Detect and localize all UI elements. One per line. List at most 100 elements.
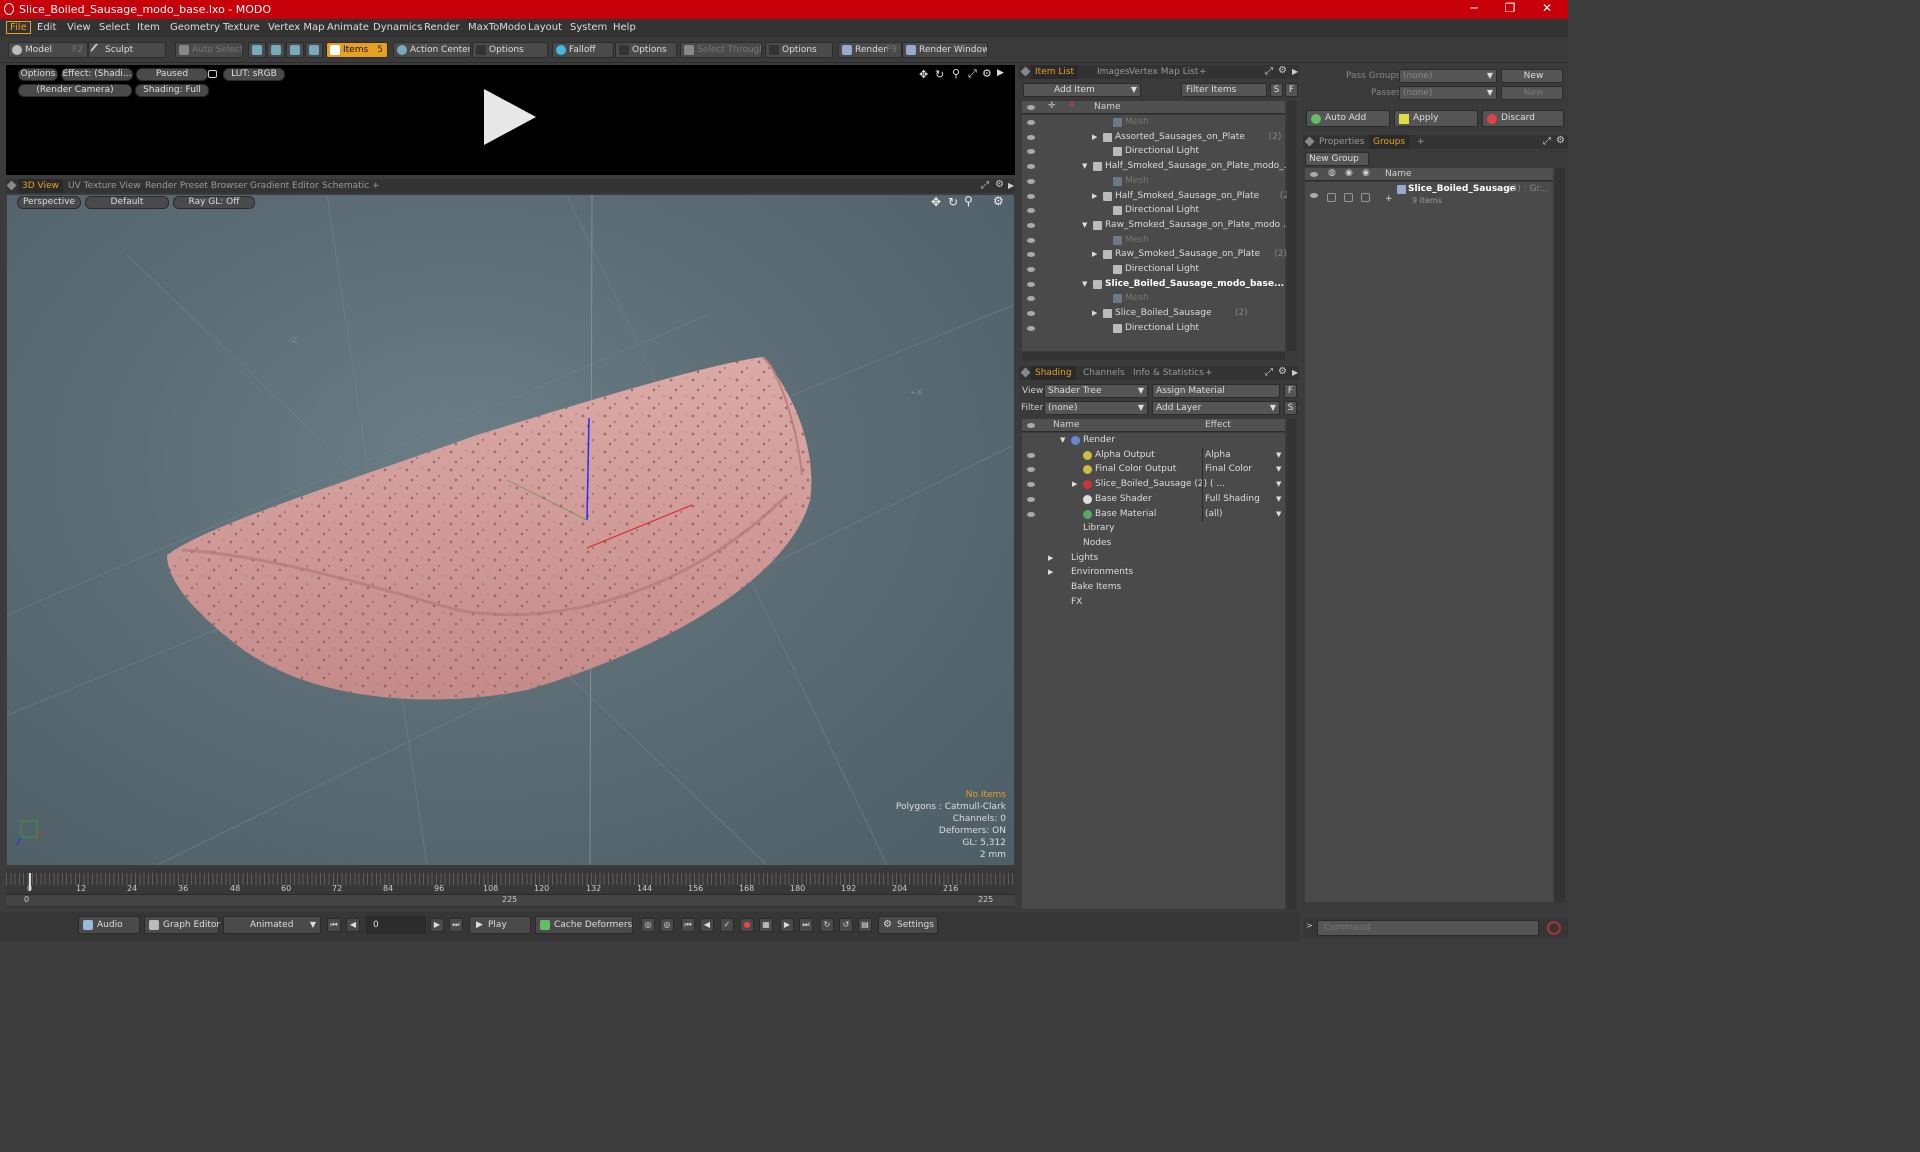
graph-editor-button[interactable]: Graph Editor <box>144 916 220 934</box>
visibility-icon[interactable] <box>1027 296 1035 302</box>
menu-view[interactable]: View <box>67 22 91 33</box>
close-button[interactable]: ✕ <box>1532 1 1562 15</box>
collapse-arrow-icon[interactable]: ▼ <box>1060 433 1065 448</box>
perspective-dropdown[interactable]: Perspective <box>17 196 81 209</box>
visibility-icon[interactable] <box>1027 325 1035 331</box>
preview-camera-dropdown[interactable]: (Render Camera) <box>18 84 132 97</box>
add-tab-icon[interactable]: + <box>1195 65 1211 79</box>
auto-select-button[interactable]: Auto Select <box>175 42 243 58</box>
assign-material-button[interactable]: Assign Material <box>1152 384 1280 398</box>
expand-icon[interactable]: + <box>1385 192 1393 207</box>
item-list-row[interactable]: ▶Half_Smoked_Sausage_on_Plate(2) <box>1022 189 1293 204</box>
new-pass-button[interactable]: New <box>1501 86 1563 100</box>
item-list-row[interactable]: ▶ Assorted_Sausages_on_Plate (2) <box>1022 130 1285 145</box>
skip-to-end-button[interactable]: ⏭ <box>449 918 463 932</box>
menu-help[interactable]: Help <box>613 22 636 33</box>
panel-gear-icon[interactable]: ⚙ <box>1556 135 1565 146</box>
record-icon[interactable]: ● <box>740 918 754 932</box>
shader-effect-value[interactable]: Full Shading <box>1205 492 1260 507</box>
maximize-view-icon[interactable]: ⤢ <box>968 67 977 81</box>
shader-tree-row[interactable]: Bake Items <box>1022 580 1285 595</box>
panel-gear-icon[interactable]: ⚙ <box>1278 366 1287 377</box>
action-center-button[interactable]: Action Center <box>393 42 471 58</box>
materials-mode-button[interactable] <box>305 42 323 58</box>
timeline[interactable]: 0 225 225 <box>6 868 1015 908</box>
command-history-icon[interactable] <box>1547 921 1561 935</box>
shader-effect-value[interactable]: Alpha <box>1205 448 1231 463</box>
shader-tree-row[interactable]: ▼ Render <box>1022 433 1285 448</box>
visibility-icon[interactable] <box>1310 193 1318 198</box>
panel-gear-icon[interactable]: ⚙ <box>995 179 1004 190</box>
audio-button[interactable]: Audio <box>78 916 140 934</box>
visibility-icon[interactable] <box>1027 222 1035 228</box>
key-icon[interactable]: ◎ <box>641 918 655 932</box>
polygons-mode-button[interactable] <box>286 42 304 58</box>
add-item-dropdown[interactable]: Add Item ▼ <box>1023 83 1141 97</box>
tab-channels[interactable]: Channels <box>1079 366 1129 380</box>
visibility-icon[interactable] <box>1027 120 1035 125</box>
menu-texture[interactable]: Texture <box>223 22 260 33</box>
sculpt-mode-button[interactable]: Sculpt <box>88 42 166 58</box>
add-tab-icon[interactable]: + <box>368 179 384 193</box>
item-list-row[interactable]: Directional Light <box>1022 144 1285 159</box>
menu-system[interactable]: System <box>570 22 607 33</box>
maximize-panel-icon[interactable]: ⤢ <box>981 180 989 191</box>
view-dropdown[interactable]: Shader Tree ▼ <box>1044 384 1148 398</box>
assign-f-button[interactable]: F <box>1284 384 1297 398</box>
visibility-icon[interactable] <box>1027 281 1035 287</box>
shader-tree-row[interactable]: ▶ Lights <box>1022 551 1285 566</box>
edges-mode-button[interactable] <box>267 42 285 58</box>
tab-info-statistics[interactable]: Info & Statistics <box>1129 366 1208 380</box>
visibility-icon[interactable] <box>1027 237 1035 243</box>
ping-pong-icon[interactable]: ↺ <box>839 918 853 932</box>
viewport-gear-icon[interactable]: ⚙ <box>993 195 1004 208</box>
menu-animate[interactable]: Animate <box>327 22 369 33</box>
filter-items-input[interactable]: Filter Items <box>1181 83 1267 97</box>
new-group-button[interactable]: New Group <box>1305 152 1369 166</box>
shader-tree[interactable]: ▼ Render Alpha Output Alpha ▼ Final Color Out… <box>1022 433 1285 909</box>
tab-groups[interactable]: Groups <box>1369 135 1410 149</box>
shader-effect-value[interactable]: (all) <box>1205 507 1223 522</box>
visibility-icon[interactable] <box>1027 178 1035 184</box>
visibility-icon[interactable] <box>1027 482 1035 488</box>
preview-paused-button[interactable]: Paused <box>136 68 208 81</box>
pan-view-icon[interactable]: ✥ <box>931 195 941 209</box>
key-back-icon[interactable]: ◀ <box>700 918 714 932</box>
passes-dropdown[interactable]: (none) ▼ <box>1399 86 1497 100</box>
menu-edit[interactable]: Edit <box>37 22 56 33</box>
menu-maxtomodo[interactable]: MaxToModo <box>468 22 526 33</box>
zoom-icon[interactable]: ⚲ <box>964 195 973 208</box>
shading-style-dropdown[interactable]: Default <box>85 196 169 209</box>
add-tab-icon[interactable]: + <box>1413 135 1429 149</box>
menu-layout[interactable]: Layout <box>528 22 562 33</box>
loop-icon[interactable]: ↻ <box>820 918 834 932</box>
menu-dynamics[interactable]: Dynamics <box>373 22 422 33</box>
raygl-dropdown[interactable]: Ray GL: Off <box>173 196 255 209</box>
chevron-down-icon[interactable]: ▼ <box>1276 492 1281 507</box>
menu-select[interactable]: Select <box>99 22 130 33</box>
add-layer-s-button[interactable]: S <box>1284 401 1297 415</box>
preview-effect-dropdown[interactable]: Effect: (Shadi... <box>61 68 133 81</box>
maximize-panel-icon[interactable]: ⤢ <box>1265 66 1273 77</box>
menu-render[interactable]: Render <box>424 22 460 33</box>
visibility-icon[interactable] <box>1027 467 1035 473</box>
step-forward-button[interactable]: ▶ <box>430 918 444 932</box>
visibility-icon[interactable] <box>1027 164 1035 170</box>
chevron-down-icon[interactable]: ▼ <box>1276 477 1281 492</box>
shader-tree-row[interactable]: Base Material (all) ▼ <box>1022 506 1285 522</box>
filter-dropdown[interactable]: (none) ▼ <box>1044 401 1148 415</box>
gear-icon[interactable]: ⚙ <box>982 67 992 80</box>
maximize-panel-icon[interactable]: ⤢ <box>1543 136 1551 147</box>
frame-mode-icon[interactable]: ▤ <box>858 918 872 932</box>
visibility-icon[interactable] <box>1027 193 1035 199</box>
item-list-scrollbar[interactable] <box>1287 101 1296 351</box>
tab-properties[interactable]: Properties <box>1315 135 1368 149</box>
shader-tree-row[interactable]: Library <box>1022 521 1285 536</box>
expand-arrow-icon[interactable]: ▶ <box>997 68 1004 78</box>
tab-render-preset-browser[interactable]: Render Preset Browser <box>141 179 251 193</box>
menu-vertex-map[interactable]: Vertex Map <box>268 22 324 33</box>
select-toggle-icon[interactable] <box>1361 193 1370 202</box>
animated-dropdown[interactable]: Animated ▼ <box>223 916 321 934</box>
play-button[interactable]: ▶ Play <box>469 916 531 934</box>
auto-add-button[interactable]: Auto Add <box>1306 110 1390 127</box>
